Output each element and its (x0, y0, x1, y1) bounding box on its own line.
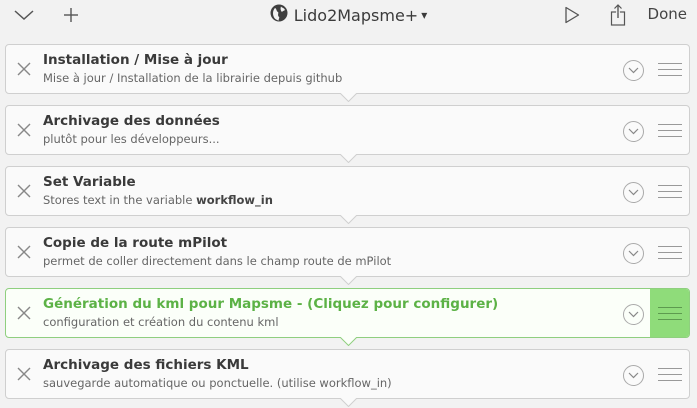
action-card-archivage-donnees[interactable]: Archivage des données plutôt pour les dé… (5, 105, 690, 155)
title-caret: ▾ (421, 8, 428, 22)
chevron-down-icon[interactable] (12, 4, 36, 26)
action-title: Archivage des fichiers KML (43, 357, 249, 373)
action-description: configuration et création du contenu kml (43, 315, 279, 329)
chevron-down-icon[interactable] (623, 121, 644, 142)
connector-notch (340, 398, 357, 407)
connector-notch (340, 93, 357, 102)
connector-notch (340, 276, 357, 285)
description-prefix: Stores text in the variable (43, 193, 197, 207)
connector-notch (340, 215, 357, 224)
action-description: permet de coller directement dans le cha… (43, 254, 392, 268)
action-description: sauvegarde automatique ou ponctuelle. (u… (43, 376, 392, 390)
chevron-down-icon[interactable] (623, 304, 644, 325)
chevron-down-icon[interactable] (623, 243, 644, 264)
close-icon[interactable] (14, 303, 34, 323)
action-title: Installation / Mise à jour (43, 52, 228, 68)
action-card-archivage-kml[interactable]: Archivage des fichiers KML sauvegarde au… (5, 349, 690, 399)
done-button[interactable]: Done (648, 5, 687, 23)
close-icon[interactable] (14, 242, 34, 262)
chevron-down-icon[interactable] (623, 60, 644, 81)
variable-name[interactable]: workflow_in (196, 193, 273, 207)
action-title: Set Variable (43, 174, 136, 190)
action-title: Génération du kml pour Mapsme - (Cliquez… (43, 296, 499, 312)
share-icon[interactable] (608, 4, 628, 26)
action-card-generation-kml[interactable]: Génération du kml pour Mapsme - (Cliquez… (5, 288, 690, 338)
toolbar: Lido2Mapsme+ ▾ Done (0, 0, 697, 32)
drag-handle[interactable] (650, 167, 689, 215)
action-title: Archivage des données (43, 113, 220, 129)
action-description: Stores text in the variable workflow_in (43, 193, 273, 207)
close-icon[interactable] (14, 59, 34, 79)
connector-notch (340, 337, 357, 346)
drag-handle[interactable] (650, 350, 689, 398)
action-card-copie-route[interactable]: Copie de la route mPilot permet de colle… (5, 227, 690, 277)
action-description: plutôt pour les développeurs... (43, 132, 220, 146)
action-description: Mise à jour / Installation de la librair… (43, 71, 343, 85)
chevron-down-icon[interactable] (623, 182, 644, 203)
action-card-installation[interactable]: Installation / Mise à jour Mise à jour /… (5, 44, 690, 94)
close-icon[interactable] (14, 120, 34, 140)
workflow-title-button[interactable]: Lido2Mapsme+ ▾ (270, 4, 427, 26)
close-icon[interactable] (14, 181, 34, 201)
plus-icon[interactable] (60, 4, 82, 26)
drag-handle[interactable] (650, 289, 689, 337)
drag-handle[interactable] (650, 45, 689, 93)
globe-icon (270, 4, 288, 26)
workflow-title: Lido2Mapsme+ (293, 5, 419, 25)
close-icon[interactable] (14, 364, 34, 384)
drag-handle[interactable] (650, 106, 689, 154)
connector-notch (340, 154, 357, 163)
chevron-down-icon[interactable] (623, 365, 644, 386)
action-card-set-variable[interactable]: Set Variable Stores text in the variable… (5, 166, 690, 216)
action-title: Copie de la route mPilot (43, 235, 228, 251)
play-icon[interactable] (562, 4, 582, 26)
workflow-title-area: Lido2Mapsme+ ▾ (0, 4, 697, 26)
drag-handle[interactable] (650, 228, 689, 276)
